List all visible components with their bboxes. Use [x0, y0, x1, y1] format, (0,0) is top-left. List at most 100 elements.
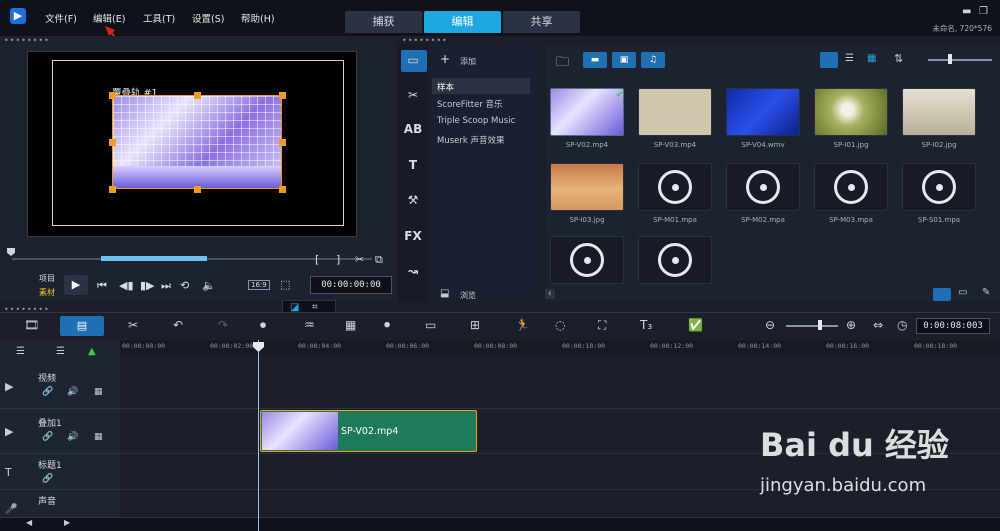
resize-handle[interactable]	[109, 92, 116, 99]
menu-tools[interactable]: 工具(T)	[143, 11, 175, 25]
show-photo-button[interactable]: ▣	[612, 52, 636, 68]
link-icon[interactable]: 🔗	[42, 387, 53, 397]
mute-icon[interactable]: 🔊	[67, 432, 78, 442]
grid-view-icon[interactable]: ▦	[867, 53, 876, 64]
mute-icon[interactable]: 🔊	[67, 387, 78, 397]
media-thumb-audio[interactable]	[814, 163, 888, 211]
menu-help[interactable]: 帮助(H)	[241, 11, 275, 25]
zoom-slider-thumb[interactable]	[818, 320, 822, 330]
media-thumb-video[interactable]	[726, 88, 800, 136]
minimize-icon[interactable]: ▬	[962, 6, 971, 17]
path-icon[interactable]: ↝	[403, 264, 423, 282]
prev-frame-icon[interactable]: ◀▮	[119, 279, 134, 292]
panel-toggle-icon[interactable]: ▭	[958, 287, 967, 298]
end-icon[interactable]: ⏭	[161, 279, 171, 293]
enlarge-icon[interactable]: ⧉	[375, 253, 383, 267]
pan-zoom-icon[interactable]: ⛶	[598, 318, 606, 333]
media-thumb-audio[interactable]	[550, 236, 624, 284]
track-video[interactable]	[120, 364, 1000, 409]
media-thumb-video[interactable]	[550, 88, 624, 136]
ripple-edit-icon[interactable]: ▲	[88, 346, 96, 357]
scroll-left-icon[interactable]: ‹	[545, 289, 555, 299]
show-video-button[interactable]: ▬	[583, 52, 607, 68]
home-icon[interactable]: ⏮	[97, 279, 107, 293]
library-item[interactable]: Muserk 声音效果	[437, 134, 505, 146]
restore-icon[interactable]: ❐	[979, 6, 988, 17]
browse-button[interactable]: 浏览	[460, 290, 476, 301]
tools-icon[interactable]: ✂	[128, 318, 138, 332]
add-chapter-icon[interactable]: ☰	[56, 346, 65, 357]
volume-icon[interactable]: 🔈	[202, 279, 216, 292]
zoom-out-icon[interactable]: ⊖	[765, 318, 775, 332]
project-mode-label[interactable]: 项目	[39, 273, 55, 284]
play-button[interactable]: ▶	[64, 275, 88, 295]
resize-handle[interactable]	[194, 186, 201, 193]
tab-share[interactable]: 共享	[503, 11, 580, 33]
media-thumb-image[interactable]	[814, 88, 888, 136]
mark-out-icon[interactable]: ]	[336, 253, 340, 266]
zoom-in-icon[interactable]: ⊕	[846, 318, 856, 332]
link-icon[interactable]: 🔗	[42, 432, 53, 442]
time-remap-icon[interactable]: 🏃	[515, 318, 530, 332]
playhead[interactable]	[258, 340, 259, 531]
menu-edit[interactable]: 编辑(E)	[93, 11, 125, 25]
view-thumbnails-button[interactable]	[820, 52, 838, 68]
list-view-icon[interactable]: ☰	[845, 53, 854, 64]
resize-handle[interactable]	[194, 92, 201, 99]
auto-music-icon[interactable]: ▦	[345, 318, 356, 332]
library-item[interactable]: ScoreFitter 音乐	[437, 98, 503, 110]
aspect-ratio-button[interactable]: 16:9	[248, 280, 270, 290]
panel-grip[interactable]: ••••••••	[4, 305, 50, 314]
resize-handle[interactable]	[279, 92, 286, 99]
media-icon[interactable]: ▭	[403, 53, 423, 71]
timeline-scrollbar[interactable]	[0, 518, 1000, 531]
repeat-icon[interactable]: ⟲	[180, 279, 189, 292]
mask-icon[interactable]: ◌	[555, 318, 565, 332]
media-thumb-audio[interactable]	[726, 163, 800, 211]
timeline-view-button[interactable]: ▤	[60, 316, 104, 336]
tile-icon[interactable]: ▦	[94, 432, 103, 442]
title-3d-icon[interactable]: T₃	[640, 318, 652, 332]
resize-mode-icon[interactable]: ⬚	[280, 278, 290, 291]
preview-timecode[interactable]: 00:00:00:00	[310, 276, 392, 294]
tab-capture[interactable]: 捕获	[345, 11, 422, 33]
browse-icon[interactable]: ⬓	[440, 288, 449, 299]
link-icon[interactable]: 🔗	[42, 474, 53, 484]
motion-tracking-icon[interactable]: ⚫	[382, 318, 392, 332]
media-thumb-audio[interactable]	[902, 163, 976, 211]
next-frame-icon[interactable]: ▮▶	[140, 279, 155, 292]
thumbnail-size-slider[interactable]	[928, 59, 992, 61]
scroll-left-icon[interactable]: ◀	[26, 518, 32, 527]
library-item[interactable]: Triple Scoop Music	[437, 116, 515, 126]
sound-mixer-icon[interactable]: ♒	[304, 318, 315, 332]
fit-project-icon[interactable]: ⇔	[873, 318, 883, 332]
import-folder-icon[interactable]: 🗀	[556, 53, 569, 75]
show-audio-button[interactable]: ♫	[641, 52, 665, 68]
title-icon[interactable]: T	[403, 158, 423, 176]
undo-icon[interactable]: ↶	[173, 318, 183, 332]
media-thumb-video[interactable]	[638, 88, 712, 136]
graphics-icon[interactable]: ⚒	[403, 193, 423, 211]
storyboard-view-icon[interactable]: 🎞	[24, 318, 39, 332]
clip-mode-label[interactable]: 素材	[39, 287, 55, 298]
record-icon[interactable]: ⏺	[260, 318, 266, 333]
resize-handle[interactable]	[109, 186, 116, 193]
sort-icon[interactable]: ⇅	[894, 52, 903, 65]
media-thumb-image[interactable]	[902, 88, 976, 136]
redo-icon[interactable]: ↷	[218, 318, 228, 332]
menu-file[interactable]: 文件(F)	[45, 11, 77, 25]
subtitle-icon[interactable]: ▭	[425, 318, 436, 332]
media-thumb-image[interactable]	[550, 163, 624, 211]
panel-grip[interactable]: ••••••••	[4, 36, 50, 45]
add-icon[interactable]: +	[440, 52, 450, 66]
options-panel-button[interactable]	[933, 288, 951, 301]
slider-thumb[interactable]	[948, 54, 952, 64]
transition-icon[interactable]: AB	[403, 122, 423, 140]
overlay-clip-preview[interactable]	[112, 95, 282, 189]
multi-camera-icon[interactable]: ⊞	[470, 318, 480, 332]
overlay-clip[interactable]: SP-V02.mp4	[260, 410, 477, 452]
instant-project-icon[interactable]: ✂	[403, 88, 423, 106]
media-thumb-audio[interactable]	[638, 236, 712, 284]
media-thumb-audio[interactable]	[638, 163, 712, 211]
resize-handle[interactable]	[279, 139, 286, 146]
